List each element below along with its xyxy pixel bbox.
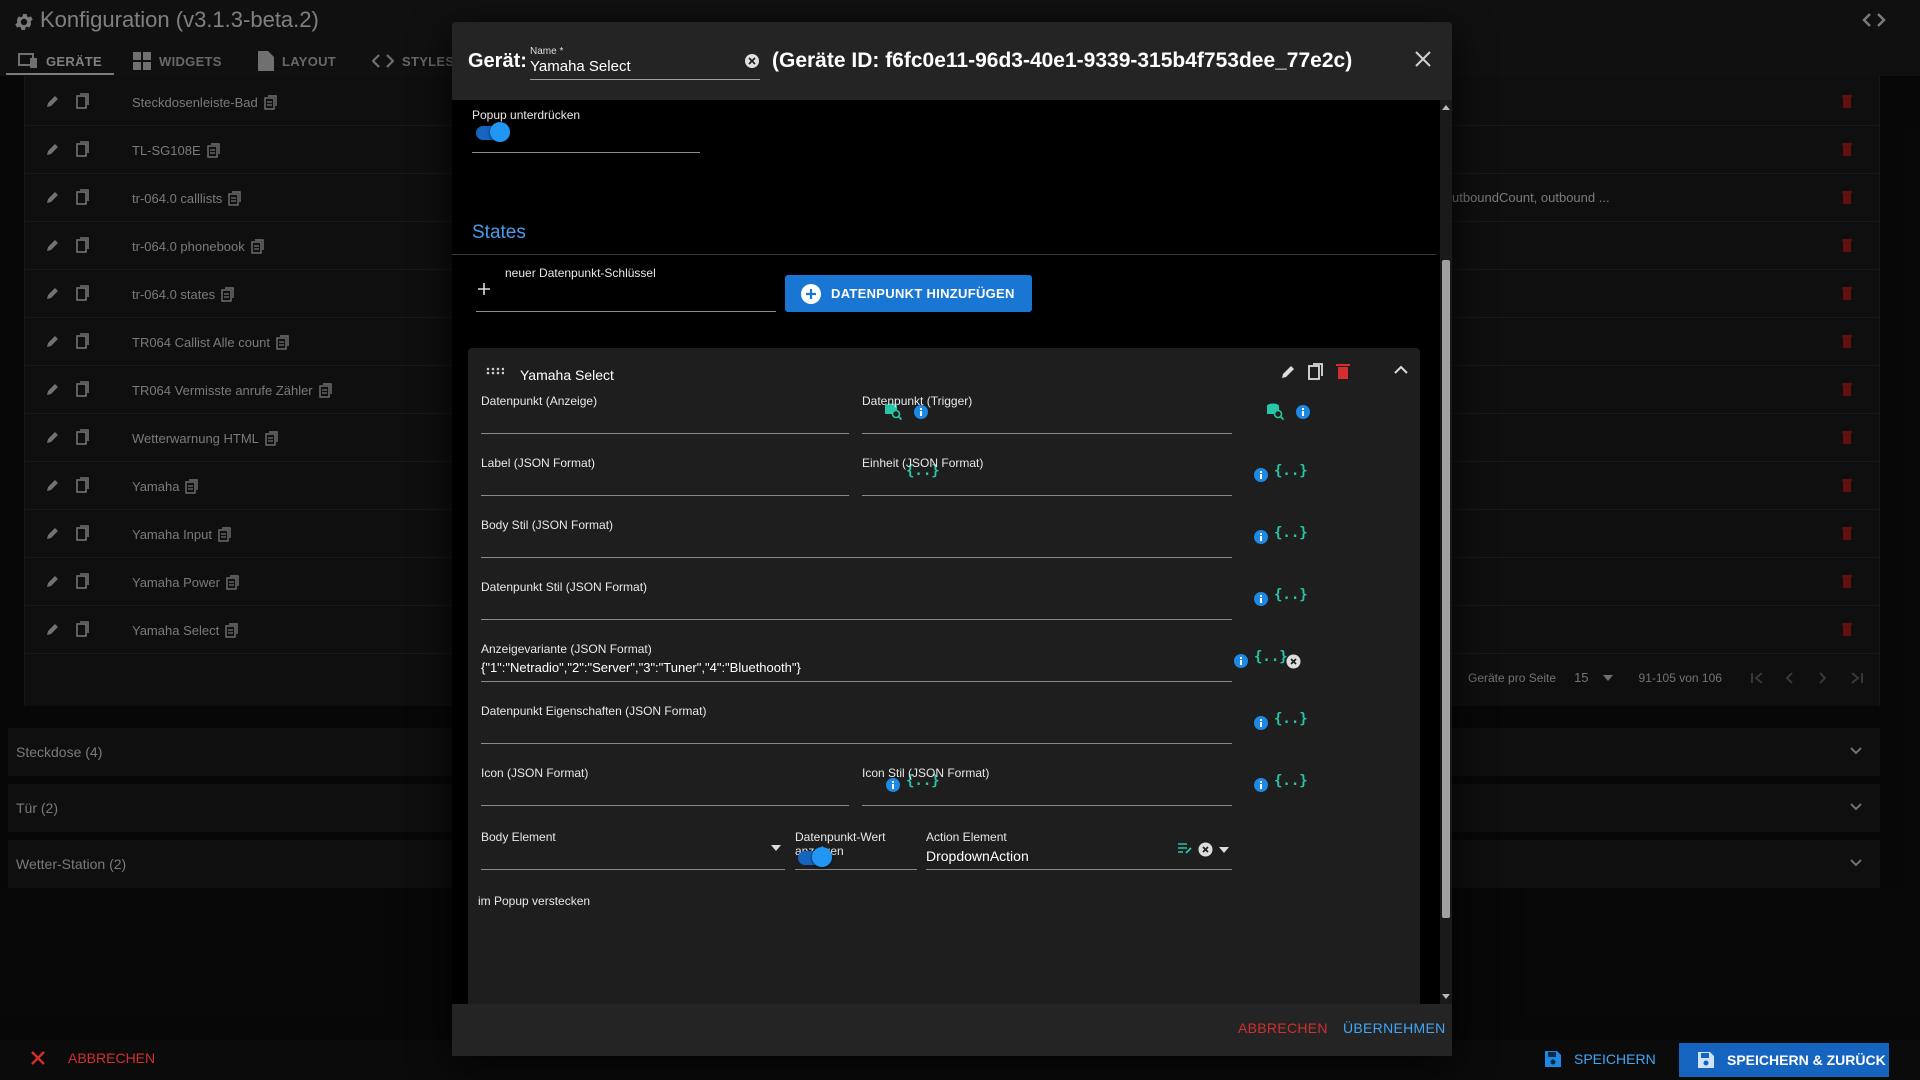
dropdown-arrow-icon[interactable]: [771, 845, 781, 851]
close-icon[interactable]: [1414, 50, 1432, 68]
name-field-label: Name *: [530, 46, 564, 57]
device-id: (Geräte ID: f6fc0e11-96d3-40e1-9339-315b…: [772, 49, 1353, 72]
add-circle-icon: [801, 283, 821, 304]
field-label: Body Stil (JSON Format): [481, 518, 614, 532]
dropdown-arrow-icon[interactable]: [1219, 847, 1229, 853]
new-key-label: neuer Datenpunkt-Schlüssel: [505, 266, 656, 280]
footer-cancel-button[interactable]: ABBRECHEN: [30, 1050, 155, 1066]
save-icon: [1544, 1050, 1562, 1068]
icon-json-field[interactable]: Icon (JSON Format): [481, 766, 849, 806]
add-datapoint-button[interactable]: DATENPUNKT HINZUFÜGEN: [785, 275, 1032, 312]
field-label: Body Element: [481, 830, 556, 844]
json-editor-icon[interactable]: {..}: [1274, 463, 1308, 479]
plus-icon: [478, 283, 490, 295]
label-json-field[interactable]: Label (JSON Format): [481, 456, 849, 496]
dp-trigger-field[interactable]: Datenpunkt (Trigger): [862, 394, 1232, 434]
name-field-underline: [530, 79, 760, 80]
info-icon[interactable]: [1254, 530, 1268, 544]
show-value-toggle[interactable]: [798, 847, 832, 867]
clear-icon[interactable]: [744, 53, 760, 69]
field-label: Datenpunkt (Anzeige): [481, 394, 598, 408]
divider: [452, 254, 1436, 255]
unit-json-field[interactable]: Einheit (JSON Format): [862, 456, 1232, 496]
body-style-field[interactable]: Body Stil (JSON Format): [481, 518, 1232, 558]
info-icon[interactable]: [1296, 405, 1310, 419]
field-label: Datenpunkt (Trigger): [862, 394, 973, 408]
clear-icon[interactable]: [1198, 842, 1213, 857]
dialog-scrollbar[interactable]: [1440, 100, 1452, 1004]
info-icon[interactable]: [1234, 654, 1248, 668]
copy-icon[interactable]: [1308, 363, 1324, 381]
body-element-select[interactable]: Body Element: [481, 830, 785, 870]
json-editor-icon[interactable]: {..}: [1254, 649, 1288, 665]
edit-list-icon[interactable]: [1178, 842, 1192, 854]
footer-save-back-button[interactable]: SPEICHERN & ZURÜCK: [1679, 1043, 1889, 1077]
dialog-body: Popup unterdrücken States neuer Datenpun…: [452, 100, 1440, 1004]
field-label: Datenpunkt Eigenschaften (JSON Format): [481, 704, 707, 718]
add-datapoint-label: DATENPUNKT HINZUFÜGEN: [831, 286, 1015, 301]
display-variant-field[interactable]: Anzeigevariante (JSON Format) {"1":"Netr…: [481, 642, 1232, 682]
cancel-button[interactable]: ABBRECHEN: [1238, 1020, 1328, 1036]
new-key-input[interactable]: [476, 311, 776, 312]
states-header: States: [472, 222, 526, 243]
info-icon[interactable]: [1254, 716, 1268, 730]
dp-props-field[interactable]: Datenpunkt Eigenschaften (JSON Format): [481, 704, 1232, 744]
dialog-header: Gerät: Name * Yamaha Select (Geräte ID: …: [452, 22, 1452, 100]
footer-save-button[interactable]: SPEICHERN: [1544, 1050, 1656, 1068]
close-icon: [30, 1050, 46, 1066]
json-editor-icon[interactable]: {..}: [1274, 525, 1308, 541]
state-panel: Yamaha Select Datenpunkt (Anzeige) Daten…: [468, 348, 1420, 1004]
save-icon: [1697, 1051, 1715, 1069]
datapoint-search-icon[interactable]: [1266, 402, 1284, 420]
edit-icon[interactable]: [1280, 364, 1296, 380]
field-label: Icon Stil (JSON Format): [862, 766, 990, 780]
footer-cancel-label: ABBRECHEN: [68, 1050, 156, 1066]
json-editor-icon[interactable]: {..}: [1274, 587, 1308, 603]
icon-style-field[interactable]: Icon Stil (JSON Format): [862, 766, 1232, 806]
display-variant-value: {"1":"Netradio","2":"Server","3":"Tuner"…: [481, 660, 801, 675]
info-icon[interactable]: [1254, 468, 1268, 482]
footer-save-label: SPEICHERN: [1574, 1051, 1656, 1067]
clear-icon[interactable]: [1286, 654, 1301, 669]
dp-style-field[interactable]: Datenpunkt Stil (JSON Format): [481, 580, 1232, 620]
info-icon[interactable]: [1254, 592, 1268, 606]
json-editor-icon[interactable]: {..}: [1274, 773, 1308, 789]
apply-button[interactable]: ÜBERNEHMEN: [1343, 1020, 1446, 1036]
popup-suppress-label: Popup unterdrücken: [472, 108, 581, 122]
drag-handle-icon[interactable]: [486, 367, 504, 375]
field-underline: [472, 152, 700, 153]
hide-in-popup-label: im Popup verstecken: [478, 894, 591, 908]
field-label: Einheit (JSON Format): [862, 456, 984, 470]
footer-save-back-label: SPEICHERN & ZURÜCK: [1727, 1052, 1886, 1068]
field-label: Action Element: [926, 830, 1007, 844]
name-field[interactable]: Yamaha Select: [530, 58, 631, 75]
dialog-prefix: Gerät:: [468, 50, 527, 72]
info-icon[interactable]: [1254, 778, 1268, 792]
action-element-value: DropdownAction: [926, 848, 1029, 864]
field-label: Icon (JSON Format): [481, 766, 589, 780]
field-label: Anzeigevariante (JSON Format): [481, 642, 652, 656]
popup-suppress-toggle[interactable]: [476, 122, 510, 142]
panel-title: Yamaha Select: [520, 367, 614, 383]
device-edit-dialog: Gerät: Name * Yamaha Select (Geräte ID: …: [452, 22, 1452, 1056]
field-label: Label (JSON Format): [481, 456, 596, 470]
scrollbar-thumb[interactable]: [1442, 260, 1450, 918]
json-editor-icon[interactable]: {..}: [1274, 711, 1308, 727]
dp-display-field[interactable]: Datenpunkt (Anzeige): [481, 394, 849, 434]
collapse-icon[interactable]: [1394, 365, 1408, 375]
delete-icon[interactable]: [1336, 363, 1350, 379]
field-label: Datenpunkt Stil (JSON Format): [481, 580, 648, 594]
